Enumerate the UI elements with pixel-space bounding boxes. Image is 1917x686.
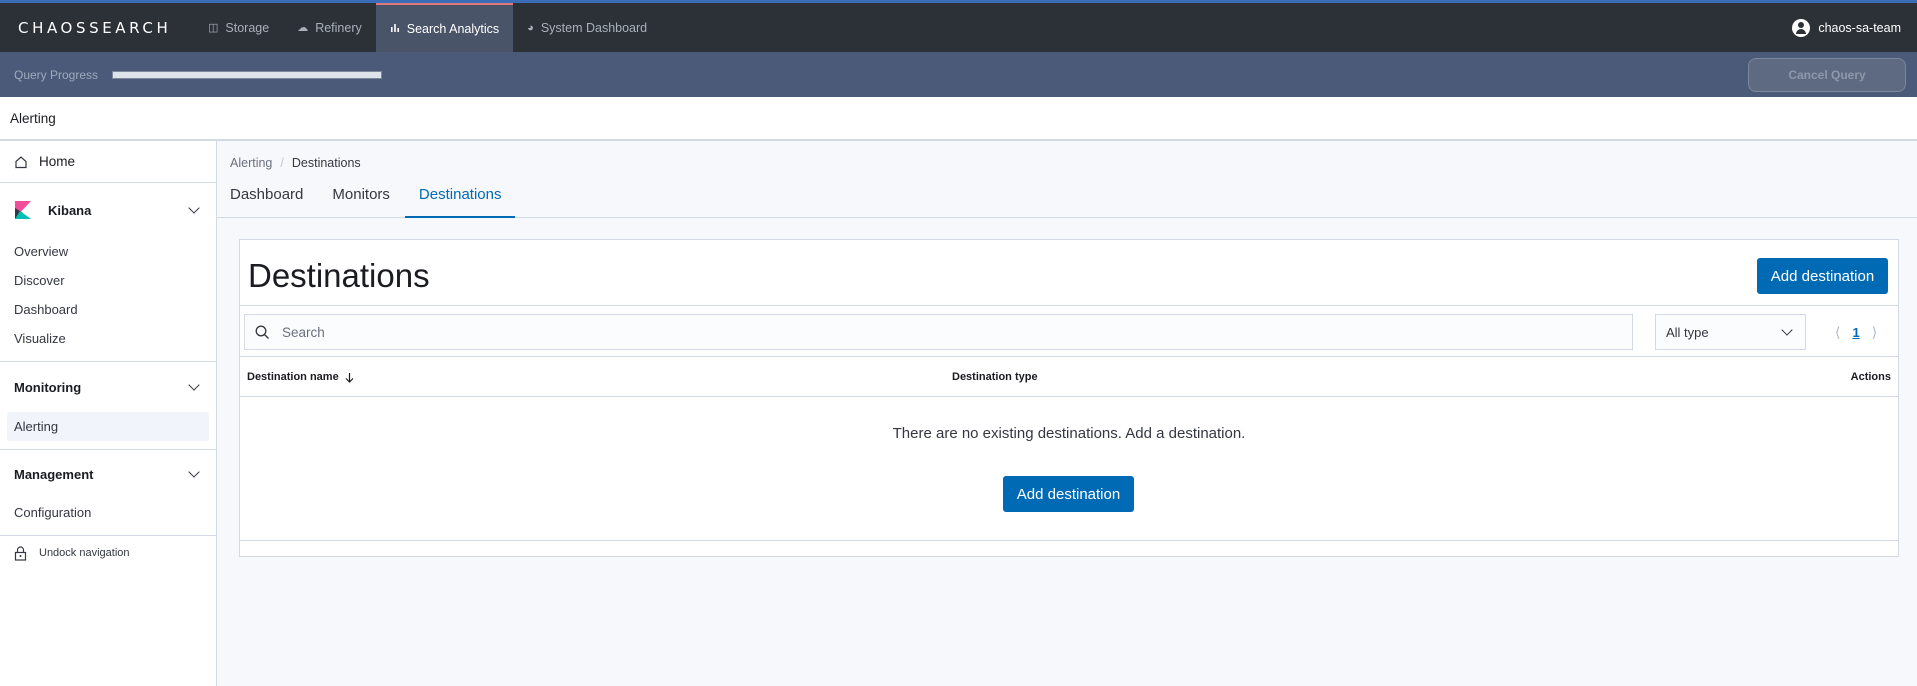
pagination: ⟨ 1 ⟩ <box>1835 314 1877 350</box>
app-header-title: Alerting <box>10 110 56 126</box>
alerting-tabs: Dashboard Monitors Destinations <box>217 180 1917 218</box>
app-header: Alerting <box>0 97 1917 141</box>
tab-monitors[interactable]: Monitors <box>332 180 390 218</box>
sidebar-item-dashboard[interactable]: Dashboard <box>0 295 216 324</box>
sidebar-item-alerting[interactable]: Alerting <box>7 412 209 441</box>
divider <box>240 396 1898 397</box>
column-header-destination-type[interactable]: Destination type <box>952 371 1038 383</box>
cloud-icon: ☁ <box>297 22 309 34</box>
user-name: chaos-sa-team <box>1818 20 1901 35</box>
undock-navigation-label: Undock navigation <box>39 547 130 559</box>
nav-tab-label: Refinery <box>315 20 362 35</box>
query-progress-bar: Query Progress Cancel Query <box>0 52 1917 97</box>
search-placeholder: Search <box>282 324 325 340</box>
destinations-panel: Destinations Add destination Search All … <box>239 239 1899 557</box>
empty-state-message: There are no existing destinations. Add … <box>892 425 1246 442</box>
user-avatar-icon <box>1792 18 1811 37</box>
nav-tab-label: System Dashboard <box>540 20 648 35</box>
add-destination-empty-button[interactable]: Add destination <box>1003 476 1134 512</box>
chevron-down-icon <box>188 379 200 391</box>
sidebar-group-management: Management Configuration <box>0 450 216 536</box>
sidebar-group-toggle-monitoring[interactable]: Monitoring <box>0 362 216 412</box>
cancel-query-button[interactable]: Cancel Query <box>1748 57 1906 92</box>
gauge-icon: ◕ <box>527 21 534 34</box>
tab-destinations[interactable]: Destinations <box>404 180 516 218</box>
user-menu[interactable]: chaos-sa-team <box>1792 18 1901 37</box>
sidebar-group-monitoring: Monitoring Alerting <box>0 362 216 450</box>
sidebar-group-toggle-management[interactable]: Management <box>0 450 216 498</box>
brand-logo[interactable]: CHAOSSEARCH <box>18 19 194 37</box>
sidebar-group-title: Kibana <box>48 202 92 218</box>
top-navigation-bar: CHAOSSEARCH ◫ Storage ☁ Refinery Search … <box>0 0 1917 52</box>
breadcrumb-current: Destinations <box>291 156 361 170</box>
sidebar-item-overview[interactable]: Overview <box>0 237 216 266</box>
previous-page-icon[interactable]: ⟨ <box>1835 324 1840 341</box>
nav-tab-storage[interactable]: ◫ Storage <box>194 3 283 52</box>
chevron-down-icon <box>1781 324 1793 336</box>
tab-dashboard[interactable]: Dashboard <box>230 180 303 218</box>
add-destination-button[interactable]: Add destination <box>1757 258 1888 294</box>
chevron-down-icon <box>188 202 200 214</box>
nav-tab-refinery[interactable]: ☁ Refinery <box>283 3 376 52</box>
nav-tab-label: Search Analytics <box>406 21 500 36</box>
divider <box>240 540 1898 541</box>
page-number[interactable]: 1 <box>1852 325 1859 340</box>
sidebar-item-configuration[interactable]: Configuration <box>0 498 216 527</box>
kibana-logo-icon <box>15 201 31 219</box>
bar-chart-icon <box>390 22 400 35</box>
sidebar-item-visualize[interactable]: Visualize <box>0 324 216 353</box>
chevron-down-icon <box>188 466 200 478</box>
nav-tab-system-dashboard[interactable]: ◕ System Dashboard <box>513 3 661 52</box>
divider <box>240 356 1898 357</box>
nav-tab-label: Storage <box>225 20 270 35</box>
storage-icon: ◫ <box>208 22 219 34</box>
next-page-icon[interactable]: ⟩ <box>1872 324 1877 341</box>
progress-track <box>112 70 383 79</box>
sort-descending-icon <box>345 372 354 383</box>
destination-type-value: All type <box>1666 324 1709 340</box>
column-header-actions: Actions <box>1850 371 1891 383</box>
sidebar-group-toggle-kibana[interactable]: Kibana <box>0 183 216 237</box>
lock-icon <box>14 545 27 561</box>
nav-tab-search-analytics[interactable]: Search Analytics <box>375 3 514 52</box>
home-icon <box>15 155 27 168</box>
sidebar-group-title: Management <box>14 466 94 482</box>
sidebar-group-title: Monitoring <box>14 379 82 395</box>
progress-fill <box>113 71 382 78</box>
breadcrumb-separator: / <box>280 156 284 170</box>
side-navigation: Home Kibana Overview Discover Dashboard … <box>0 141 217 686</box>
sidebar-group-kibana: Kibana Overview Discover Dashboard Visua… <box>0 183 216 362</box>
breadcrumb: Alerting / Destinations <box>230 156 361 170</box>
search-icon <box>255 325 269 339</box>
sidebar-item-label: Home <box>39 154 76 169</box>
undock-navigation-button[interactable]: Undock navigation <box>0 536 216 570</box>
destination-type-select[interactable]: All type <box>1655 314 1806 350</box>
column-header-destination-name[interactable]: Destination name <box>247 371 354 383</box>
sidebar-item-discover[interactable]: Discover <box>0 266 216 295</box>
divider <box>240 305 1898 306</box>
search-input[interactable]: Search <box>244 314 1633 350</box>
breadcrumb-parent[interactable]: Alerting <box>230 156 272 170</box>
page-title: Destinations <box>248 257 430 294</box>
query-progress-label: Query Progress <box>14 67 99 82</box>
column-header-label: Destination name <box>247 371 339 383</box>
sidebar-item-home[interactable]: Home <box>0 141 216 183</box>
